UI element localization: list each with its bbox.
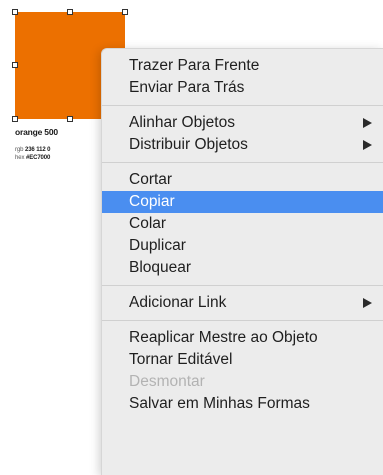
menu-item-label: Desmontar (129, 373, 205, 390)
resize-handle-top-center[interactable] (67, 9, 73, 15)
resize-handle-middle-left[interactable] (12, 62, 18, 68)
menu-item-cortar[interactable]: Cortar (102, 169, 383, 191)
submenu-arrow-icon (363, 118, 372, 128)
menu-item-colar[interactable]: Colar (102, 213, 383, 235)
swatch-name: orange 500 (15, 127, 58, 137)
menu-separator (102, 162, 383, 163)
menu-item-label: Distribuir Objetos (129, 136, 248, 153)
menu-item-label: Adicionar Link (129, 294, 227, 311)
swatch-hex: hex #EC7000 (15, 155, 50, 161)
menu-item-label: Duplicar (129, 237, 186, 254)
swatch-rgb-label: rgb (15, 147, 24, 153)
menu-separator (102, 320, 383, 321)
menu-item-enviar-para-tras[interactable]: Enviar Para Trás (102, 77, 383, 99)
menu-item-distribuir-objetos[interactable]: Distribuir Objetos (102, 134, 383, 156)
menu-item-label: Cortar (129, 171, 173, 188)
menu-item-salvar-em-minhas-formas[interactable]: Salvar em Minhas Formas (102, 393, 383, 415)
menu-item-bloquear[interactable]: Bloquear (102, 257, 383, 279)
submenu-arrow-icon (363, 140, 372, 150)
menu-item-copiar[interactable]: Copiar (102, 191, 383, 213)
swatch-rgb-value: 236 112 0 (24, 147, 51, 153)
menu-item-reaplicar-mestre-ao-objeto[interactable]: Reaplicar Mestre ao Objeto (102, 327, 383, 349)
swatch-hex-value: #EC7000 (25, 155, 51, 161)
swatch-hex-label: hex (15, 155, 25, 161)
menu-item-label: Reaplicar Mestre ao Objeto (129, 329, 318, 346)
menu-item-label: Alinhar Objetos (129, 114, 235, 131)
menu-item-alinhar-objetos[interactable]: Alinhar Objetos (102, 112, 383, 134)
design-canvas[interactable]: orange 500 rgb 236 112 0 hex #EC7000 Tra… (0, 0, 383, 475)
resize-handle-bottom-center[interactable] (67, 116, 73, 122)
resize-handle-top-left[interactable] (12, 9, 18, 15)
resize-handle-bottom-left[interactable] (12, 116, 18, 122)
menu-item-label: Enviar Para Trás (129, 79, 245, 96)
menu-item-adicionar-link[interactable]: Adicionar Link (102, 292, 383, 314)
menu-item-label: Colar (129, 215, 167, 232)
menu-separator (102, 285, 383, 286)
submenu-arrow-icon (363, 298, 372, 308)
menu-item-desmontar: Desmontar (102, 371, 383, 393)
menu-item-tornar-editavel[interactable]: Tornar Editável (102, 349, 383, 371)
menu-item-label: Trazer Para Frente (129, 57, 260, 74)
menu-item-label: Copiar (129, 193, 175, 210)
menu-separator (102, 105, 383, 106)
context-menu: Trazer Para Frente Enviar Para Trás Alinha… (101, 48, 383, 475)
menu-item-label: Bloquear (129, 259, 192, 276)
menu-item-trazer-para-frente[interactable]: Trazer Para Frente (102, 55, 383, 77)
menu-item-label: Salvar em Minhas Formas (129, 395, 310, 412)
swatch-rgb: rgb 236 112 0 (15, 147, 51, 153)
resize-handle-top-right[interactable] (122, 9, 128, 15)
menu-item-duplicar[interactable]: Duplicar (102, 235, 383, 257)
menu-item-label: Tornar Editável (129, 351, 233, 368)
